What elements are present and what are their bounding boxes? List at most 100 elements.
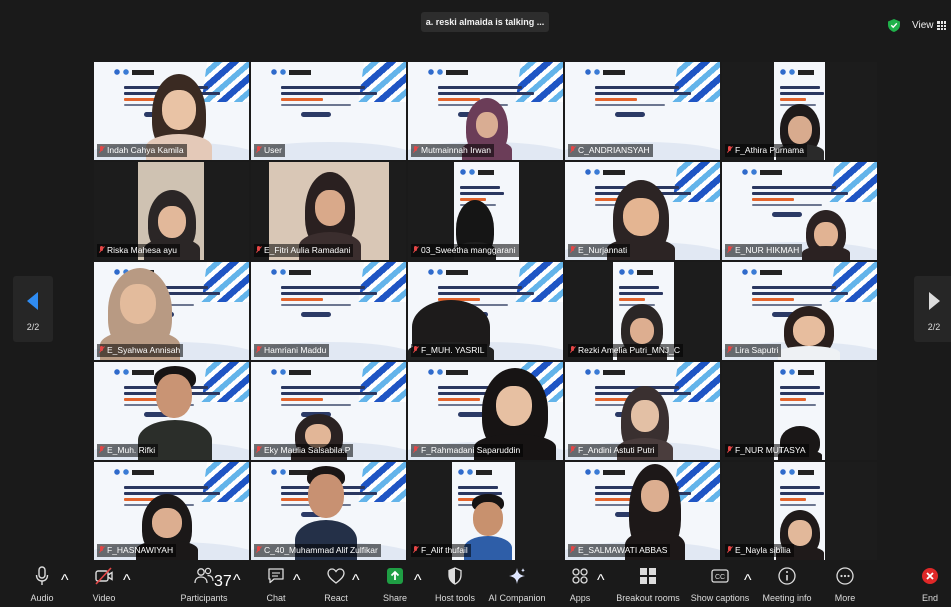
video-tile[interactable]: Indah Cahya Kamila [94, 62, 249, 160]
mic-muted-icon [413, 546, 418, 554]
share-button[interactable]: Share [379, 566, 411, 606]
audio-button[interactable]: Audio [27, 566, 57, 606]
video-tile[interactable]: F_MUH. YASRIL [408, 262, 563, 360]
participant-name: Mutmainnah Irwan [411, 144, 494, 157]
mic-muted-icon [570, 346, 575, 354]
mic-muted-icon [570, 146, 575, 154]
microphone-icon [27, 566, 57, 588]
page-indicator-left: 2/2 [26, 322, 40, 332]
apps-button[interactable]: Apps [567, 566, 593, 606]
participant-video [464, 494, 512, 560]
chevron-right-icon [929, 292, 940, 310]
video-tile[interactable]: Mutmainnah Irwan [408, 62, 563, 160]
more-button[interactable]: More [830, 566, 860, 606]
mic-muted-icon [413, 146, 418, 154]
participant-name: F_HASNAWIYAH [97, 544, 177, 557]
react-label: React [324, 593, 348, 603]
view-button[interactable]: View [912, 17, 946, 35]
video-tile[interactable]: C_ANDRIANSYAH [565, 62, 720, 160]
participant-name: F_Alif thufail [411, 544, 471, 557]
mic-muted-icon [256, 246, 261, 254]
share-options-caret-icon[interactable]: ^ [414, 572, 422, 590]
react-options-caret-icon[interactable]: ^ [352, 572, 360, 590]
video-tile[interactable]: F_Andini Astuti Putri [565, 362, 720, 460]
view-label: View [912, 20, 934, 31]
chat-label: Chat [266, 593, 286, 603]
page-indicator-right: 2/2 [927, 322, 941, 332]
participant-name: C_ANDRIANSYAH [568, 144, 653, 157]
end-call-icon [916, 566, 944, 588]
show-captions-button[interactable]: CC Show captions [689, 566, 751, 606]
video-tile[interactable]: E_Nayla sibilia [722, 462, 877, 560]
react-button[interactable]: React [318, 566, 354, 606]
participant-name: E_Muh. Rifki [97, 444, 159, 457]
video-tile[interactable]: E_Syahwa Annisah [94, 262, 249, 360]
host-tools-label: Host tools [434, 593, 476, 603]
participant-name: F_Athira Purnama [725, 144, 807, 157]
audio-options-caret-icon[interactable]: ^ [61, 572, 69, 590]
video-tile[interactable]: Riska Mahesa ayu [94, 162, 249, 260]
mic-muted-icon [570, 546, 575, 554]
video-options-caret-icon[interactable]: ^ [123, 572, 131, 590]
video-tile[interactable]: E_Nurjannati [565, 162, 720, 260]
chevron-left-icon [27, 292, 38, 310]
participants-options-caret-icon[interactable]: ^ [233, 572, 241, 590]
video-tile[interactable]: C_40_Muhammad Alif Zulfikar [251, 462, 406, 560]
chat-options-caret-icon[interactable]: ^ [293, 572, 301, 590]
captions-icon: CC [689, 566, 751, 588]
participant-video [802, 210, 850, 260]
mic-muted-icon [413, 246, 418, 254]
video-tile[interactable]: User [251, 62, 406, 160]
mic-muted-icon [256, 346, 261, 354]
ai-companion-button[interactable]: AI Companion [485, 566, 549, 606]
participant-name: Eky Maulia Salsabila.P [254, 444, 354, 457]
video-tile[interactable]: E_Muh. Rifki [94, 362, 249, 460]
video-tile[interactable]: Hamriani Maddu [251, 262, 406, 360]
captions-options-caret-icon[interactable]: ^ [744, 572, 752, 590]
participants-label: Participants [180, 593, 228, 603]
heart-icon [318, 566, 354, 588]
video-button[interactable]: Video [88, 566, 120, 606]
mic-muted-icon [570, 446, 575, 454]
video-tile[interactable]: E_Fitri Aulia Ramadani [251, 162, 406, 260]
video-tile[interactable]: 03_Sweetha manggarani [408, 162, 563, 260]
video-tile[interactable]: F_Rahmadani Saparuddin [408, 362, 563, 460]
apps-icon [567, 566, 593, 588]
show-captions-label: Show captions [690, 593, 750, 603]
mic-muted-icon [99, 246, 104, 254]
security-shield-icon[interactable] [888, 19, 900, 32]
mic-muted-icon [570, 246, 575, 254]
participant-name: Riska Mahesa ayu [97, 244, 180, 257]
meeting-info-label: Meeting info [762, 593, 812, 603]
video-tile[interactable]: E_NUR HIKMAH [722, 162, 877, 260]
video-tile[interactable]: F_HASNAWIYAH [94, 462, 249, 560]
apps-options-caret-icon[interactable]: ^ [597, 572, 605, 590]
participant-name: E_Nayla sibilia [725, 544, 794, 557]
video-gallery: Indah Cahya Kamila User Mutmainnah Irwan… [94, 62, 877, 560]
mic-muted-icon [727, 246, 732, 254]
participant-name: Rezki Amelia Putri_MNJ_C [568, 344, 684, 357]
end-button[interactable]: End [916, 566, 944, 606]
video-label: Video [92, 593, 116, 603]
previous-page-button[interactable]: 2/2 [13, 276, 53, 342]
video-tile[interactable]: F_NUR MUTASYA [722, 362, 877, 460]
next-page-button[interactable]: 2/2 [914, 276, 951, 342]
host-tools-button[interactable]: Host tools [430, 566, 480, 606]
svg-text:CC: CC [715, 574, 725, 581]
video-tile[interactable]: E_SALMAWATI ABBAS [565, 462, 720, 560]
meeting-info-button[interactable]: Meeting info [760, 566, 814, 606]
active-speaker-banner: a. reski almaida is talking ... [421, 12, 549, 32]
participant-name: Indah Cahya Kamila [97, 144, 187, 157]
participant-name: F_Andini Astuti Putri [568, 444, 658, 457]
video-tile[interactable]: F_Athira Purnama [722, 62, 877, 160]
participant-name: C_40_Muhammad Alif Zulfikar [254, 544, 381, 557]
breakout-rooms-button[interactable]: Breakout rooms [615, 566, 681, 606]
meeting-toolbar: Audio ^ Video ^ Participants 37 ^ Chat ^… [0, 562, 951, 607]
more-options-icon [830, 566, 860, 588]
chat-button[interactable]: Chat [262, 566, 290, 606]
mic-muted-icon [727, 446, 732, 454]
video-tile[interactable]: Eky Maulia Salsabila.P [251, 362, 406, 460]
video-tile[interactable]: Lira Saputri [722, 262, 877, 360]
video-tile[interactable]: Rezki Amelia Putri_MNJ_C [565, 262, 720, 360]
video-tile[interactable]: F_Alif thufail [408, 462, 563, 560]
